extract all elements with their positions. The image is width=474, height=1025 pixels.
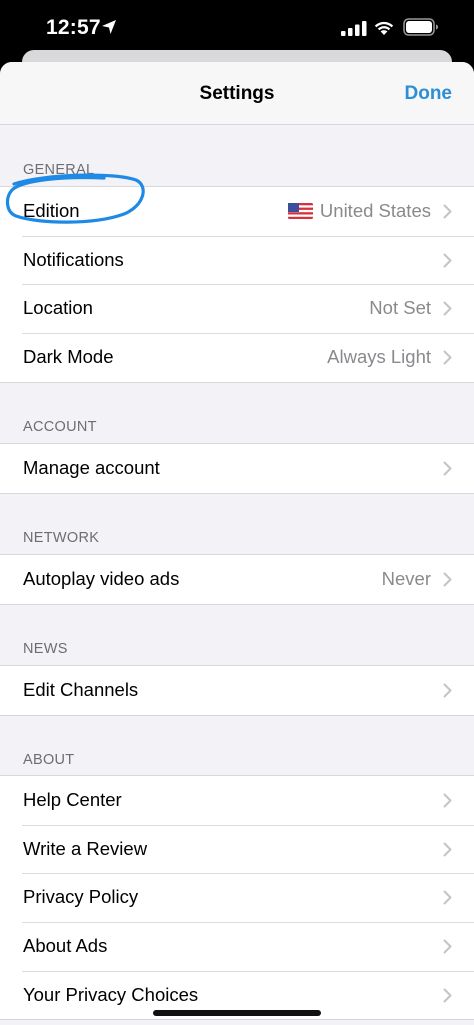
edit-channels-row[interactable]: Edit Channels	[0, 666, 474, 715]
chevron-right-icon	[443, 461, 452, 476]
help-center-row[interactable]: Help Center	[0, 776, 474, 825]
battery-icon	[403, 18, 438, 36]
chevron-right-icon	[443, 572, 452, 587]
chevron-right-icon	[443, 253, 452, 268]
location-arrow-icon	[102, 20, 116, 34]
wifi-icon	[374, 21, 394, 35]
write-review-label: Write a Review	[23, 837, 148, 859]
chevron-right-icon	[443, 301, 452, 316]
section-header-news: NEWS	[23, 641, 68, 657]
notifications-label: Notifications	[23, 248, 124, 270]
about-ads-label: About Ads	[23, 935, 108, 957]
news-group: Edit Channels	[0, 665, 474, 716]
autoplay-label: Autoplay video ads	[23, 568, 180, 589]
dark-mode-row[interactable]: Dark Mode Always Light	[0, 333, 474, 382]
navigation-bar: Settings Done	[0, 62, 474, 125]
write-review-row[interactable]: Write a Review	[0, 824, 474, 874]
privacy-policy-label: Privacy Policy	[23, 886, 139, 908]
section-header-network: NETWORK	[23, 530, 100, 546]
home-indicator	[153, 1010, 321, 1016]
chevron-right-icon	[443, 988, 452, 1003]
about-ads-row[interactable]: About Ads	[0, 922, 474, 971]
highlight-annotation	[5, 173, 145, 224]
chevron-right-icon	[443, 793, 452, 808]
help-center-label: Help Center	[23, 789, 122, 810]
dark-mode-value: Always Light	[327, 346, 431, 368]
chevron-right-icon	[443, 842, 452, 857]
privacy-choices-label: Your Privacy Choices	[23, 983, 199, 1005]
location-row[interactable]: Location Not Set	[0, 284, 474, 333]
chevron-right-icon	[443, 350, 452, 365]
location-value: Not Set	[369, 297, 431, 319]
edit-channels-label: Edit Channels	[23, 679, 139, 700]
chevron-right-icon	[443, 890, 452, 905]
privacy-policy-row[interactable]: Privacy Policy	[0, 873, 474, 922]
network-group: Autoplay video ads Never	[0, 554, 474, 605]
signal-icon	[341, 21, 367, 36]
autoplay-value: Never	[381, 568, 431, 589]
chevron-right-icon	[443, 683, 452, 698]
manage-account-row[interactable]: Manage account	[0, 444, 474, 493]
done-button[interactable]: Done	[405, 83, 453, 105]
account-group: Manage account	[0, 443, 474, 494]
location-label: Location	[23, 297, 93, 319]
about-group: Help Center Write a Review Privacy Polic…	[0, 775, 474, 1021]
dark-mode-label: Dark Mode	[23, 346, 114, 368]
status-time: 12:57	[46, 16, 101, 39]
chevron-right-icon	[443, 939, 452, 954]
chevron-right-icon	[443, 204, 452, 219]
edition-value: United States	[319, 200, 431, 221]
autoplay-video-ads-row[interactable]: Autoplay video ads Never	[0, 555, 474, 604]
notifications-row[interactable]: Notifications	[0, 235, 474, 285]
section-header-account: ACCOUNT	[23, 419, 97, 435]
section-header-about: ABOUT	[23, 752, 75, 768]
us-flag-icon	[288, 203, 313, 219]
manage-account-label: Manage account	[23, 457, 160, 478]
page-title: Settings	[199, 83, 275, 104]
